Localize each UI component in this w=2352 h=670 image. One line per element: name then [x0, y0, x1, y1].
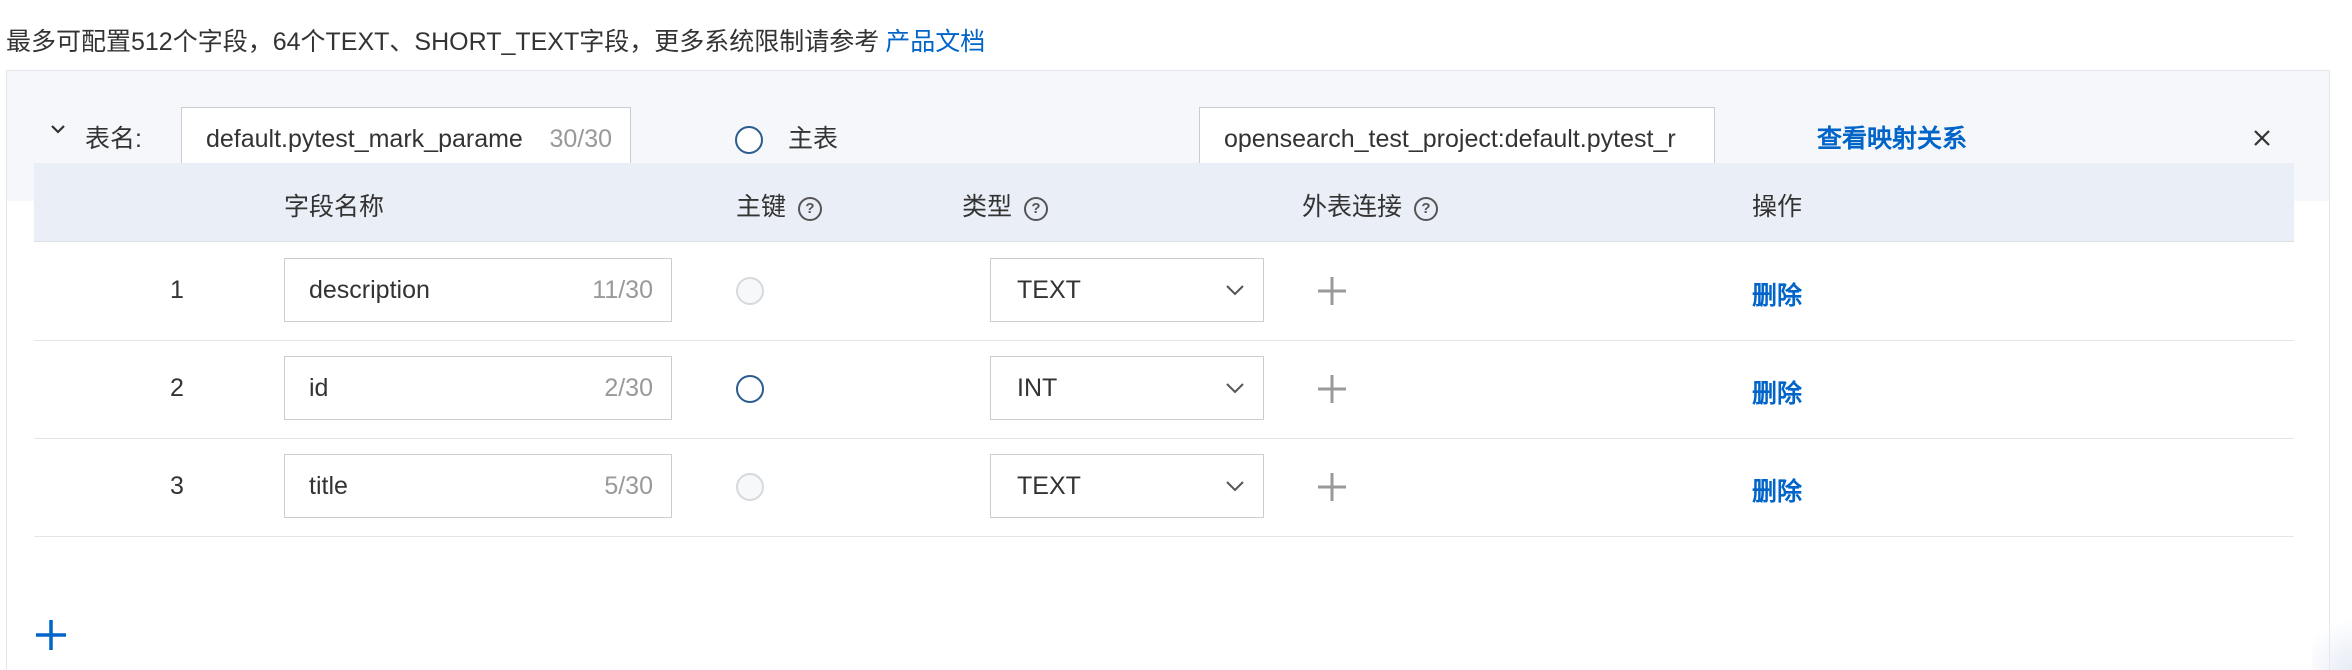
primary-key-radio[interactable] [736, 277, 764, 305]
column-type-label: 类型 [962, 193, 1013, 221]
help-icon[interactable]: ? [798, 197, 823, 221]
chevron-down-icon[interactable] [43, 115, 73, 145]
type-select[interactable]: TEXT [990, 454, 1264, 518]
plus-icon[interactable] [1316, 275, 1348, 307]
fields-table-header: 字段名称 主键? 类型? 外表连接? 操作 [34, 163, 2294, 242]
table-name-value: default.pytest_mark_parame [206, 124, 523, 153]
field-name-input[interactable]: description 11/30 [284, 258, 672, 322]
delete-link[interactable]: 删除 [1752, 374, 1802, 410]
plus-icon[interactable] [1316, 373, 1348, 405]
view-mapping-link[interactable]: 查看映射关系 [1817, 119, 1967, 155]
mapping-input[interactable]: opensearch_test_project:default.pytest_r [1199, 107, 1715, 171]
field-name-value: title [309, 471, 348, 500]
row-index: 2 [170, 374, 184, 402]
close-icon[interactable] [2251, 127, 2273, 149]
field-name-input[interactable]: id 2/30 [284, 356, 672, 420]
field-name-value: id [309, 373, 329, 402]
column-field-name: 字段名称 [284, 193, 385, 221]
type-select[interactable]: INT [990, 356, 1264, 420]
primary-key-radio[interactable] [736, 375, 764, 403]
column-actions: 操作 [1752, 193, 1803, 221]
type-select[interactable]: TEXT [990, 258, 1264, 322]
notice-text: 最多可配置512个字段，64个TEXT、SHORT_TEXT字段，更多系统限制请… [6, 28, 880, 56]
field-name-count: 2/30 [604, 373, 653, 402]
table-row: 1 description 11/30 TEXT 删除 [34, 242, 2294, 341]
add-field-icon[interactable] [34, 618, 68, 652]
primary-key-radio[interactable] [736, 473, 764, 501]
delete-link[interactable]: 删除 [1752, 276, 1802, 312]
corner-decoration [2312, 610, 2352, 670]
table-row: 3 title 5/30 TEXT 删除 [34, 438, 2294, 537]
type-value: INT [1017, 373, 1058, 402]
column-primary-key-label: 主键 [736, 193, 787, 221]
table-name-count: 30/30 [549, 124, 612, 153]
row-index: 3 [170, 472, 184, 500]
field-name-value: description [309, 275, 430, 304]
row-index: 1 [170, 276, 184, 304]
chevron-down-icon [1226, 481, 1244, 492]
chevron-down-icon [1226, 285, 1244, 296]
chevron-down-icon [1226, 383, 1244, 394]
column-type: 类型? [962, 187, 1049, 223]
plus-icon[interactable] [1316, 471, 1348, 503]
table-row: 2 id 2/30 INT 删除 [34, 340, 2294, 439]
primary-table-radio[interactable] [735, 126, 763, 154]
table-name-label: 表名: [85, 125, 142, 153]
primary-table-label: 主表 [788, 125, 839, 153]
delete-link[interactable]: 删除 [1752, 472, 1802, 508]
field-name-input[interactable]: title 5/30 [284, 454, 672, 518]
help-icon[interactable]: ? [1024, 197, 1049, 221]
column-primary-key: 主键? [736, 187, 823, 223]
field-name-count: 11/30 [592, 275, 653, 304]
mapping-value: opensearch_test_project:default.pytest_r [1224, 124, 1676, 153]
type-value: TEXT [1017, 471, 1081, 500]
help-icon[interactable]: ? [1414, 197, 1439, 221]
field-limit-notice: 最多可配置512个字段，64个TEXT、SHORT_TEXT字段，更多系统限制请… [6, 22, 985, 58]
table-name-input[interactable]: default.pytest_mark_parame 30/30 [181, 107, 631, 171]
product-docs-link[interactable]: 产品文档 [885, 28, 985, 56]
field-name-count: 5/30 [604, 471, 653, 500]
type-value: TEXT [1017, 275, 1081, 304]
column-foreign-join-label: 外表连接 [1302, 193, 1403, 221]
column-foreign-join: 外表连接? [1302, 187, 1439, 223]
